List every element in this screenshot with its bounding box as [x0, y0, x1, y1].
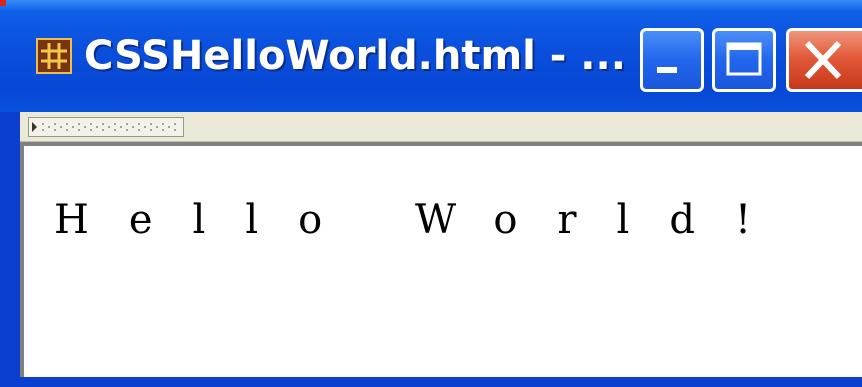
window-bottom-border [0, 377, 862, 387]
hello-world-text: Hello World! [54, 197, 792, 243]
hash-grid-icon[interactable] [36, 38, 72, 74]
close-icon [804, 40, 842, 80]
minimize-button[interactable] [640, 28, 704, 92]
corner-mark [0, 0, 6, 6]
window-title: CSSHelloWorld.html - ... [84, 33, 626, 79]
minimize-icon [657, 67, 677, 73]
browser-window: CSSHelloWorld.html - ... Hello World! [0, 0, 862, 387]
title-bar[interactable]: CSSHelloWorld.html - ... [0, 0, 862, 112]
maximize-button[interactable] [712, 28, 776, 92]
page-content: Hello World! [20, 142, 862, 377]
toolbar [20, 112, 862, 142]
close-button[interactable] [786, 28, 862, 92]
maximize-icon [726, 42, 762, 76]
toolbar-grip-icon[interactable] [28, 117, 184, 137]
